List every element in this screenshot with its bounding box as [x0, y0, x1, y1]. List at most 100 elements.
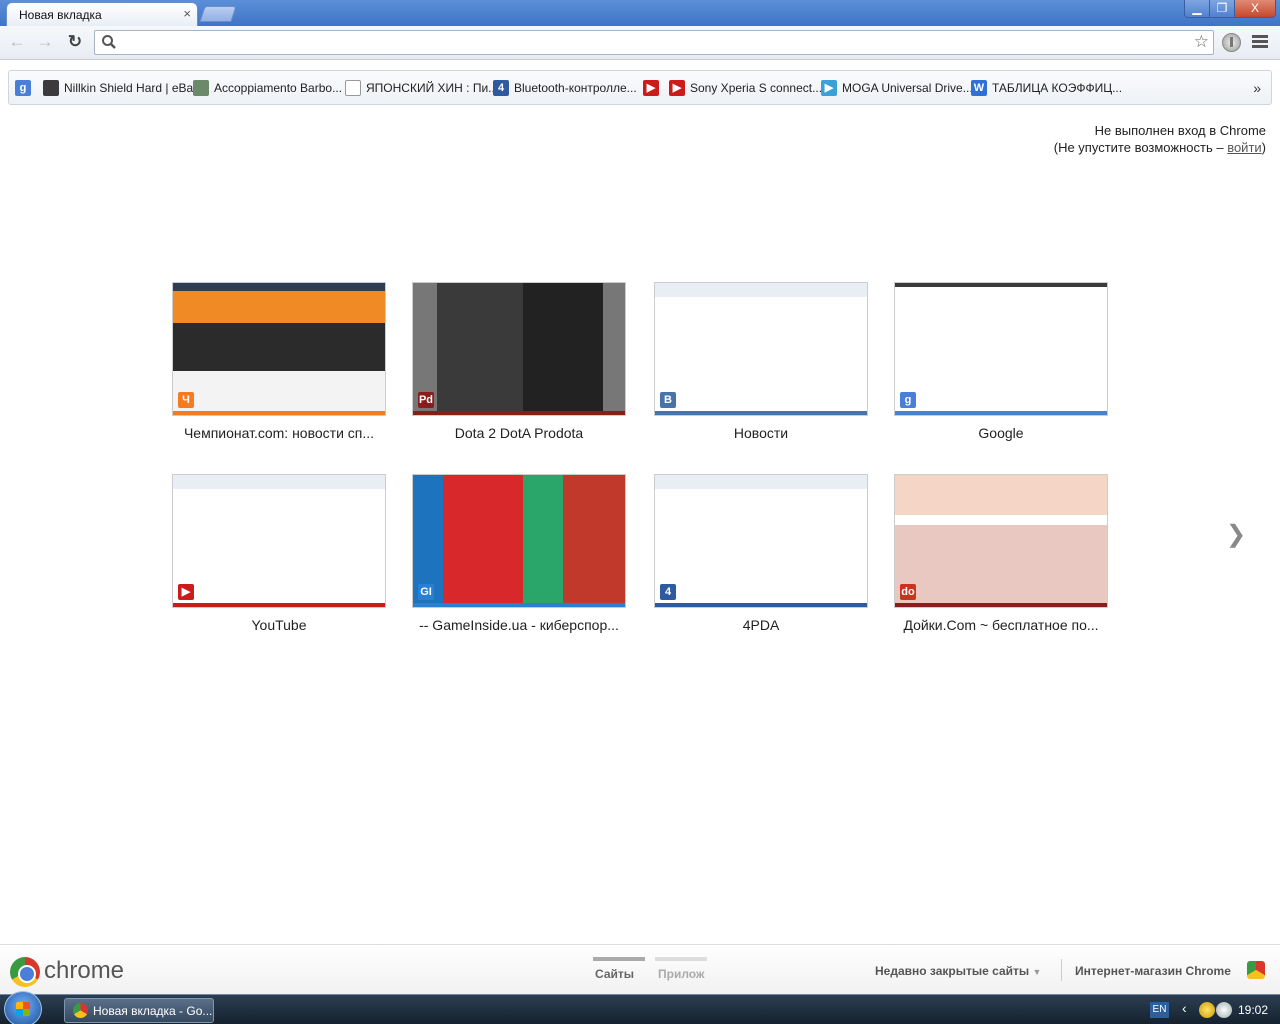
language-indicator[interactable]: EN: [1150, 1002, 1169, 1018]
omnibox[interactable]: ☆: [94, 30, 1214, 55]
bookmark-star-icon[interactable]: ☆: [1194, 32, 1209, 52]
tile-title[interactable]: Dota 2 DotA Prodota: [412, 425, 626, 441]
tile-thumbnail: [413, 283, 625, 411]
tab-sites[interactable]: Сайты: [595, 967, 634, 981]
tab-title: Новая вкладка: [19, 8, 102, 22]
window-titlebar: Новая вкладка × ▁ ❐ X: [0, 0, 1280, 26]
bookmark-label: ТАБЛИЦА КОЭФФИЦ...: [992, 81, 1123, 95]
tile-thumbnail: [655, 475, 867, 603]
tile-title[interactable]: Чемпионат.com: новости сп...: [172, 425, 386, 441]
most-visited-tile[interactable]: g: [894, 282, 1108, 416]
chrome-wordmark: chrome: [44, 957, 125, 984]
tile-title[interactable]: Новости: [654, 425, 868, 441]
minimize-button[interactable]: ▁: [1184, 0, 1210, 18]
bookmark-item[interactable]: ▶ MOGA Universal Drive...: [821, 80, 973, 98]
most-visited-tile[interactable]: do: [894, 474, 1108, 608]
tile-accent-bar: [173, 603, 385, 607]
bookmark-item[interactable]: 4 Bluetooth-контролле...: [493, 80, 637, 98]
tile-thumbnail: [413, 475, 625, 603]
tile-title[interactable]: Google: [894, 425, 1108, 441]
site-favicon-icon: 4: [660, 584, 676, 600]
webstore-link[interactable]: Интернет-магазин Chrome: [1075, 964, 1231, 978]
footer-divider: [1061, 959, 1062, 981]
bookmark-item[interactable]: g: [15, 80, 36, 98]
tile-accent-bar: [413, 603, 625, 607]
webstore-icon[interactable]: [1247, 961, 1265, 979]
address-input[interactable]: [121, 34, 1181, 51]
most-visited-tile[interactable]: 4: [654, 474, 868, 608]
tray-expand-icon[interactable]: ‹: [1182, 1000, 1187, 1016]
site-favicon-icon: В: [660, 392, 676, 408]
signin-status: Не выполнен вход в Chrome: [1094, 123, 1266, 138]
extension-icon[interactable]: [1222, 33, 1241, 52]
4pda-icon: 4: [493, 80, 509, 96]
forward-button[interactable]: →: [34, 32, 56, 52]
taskbar-chrome-window[interactable]: Новая вкладка - Go...: [64, 998, 214, 1023]
recently-closed-menu[interactable]: Недавно закрытые сайты ▼: [875, 964, 1041, 978]
tile-thumbnail: [173, 283, 385, 411]
bookmark-item[interactable]: Nillkin Shield Hard | eBay: [43, 80, 199, 98]
signin-link[interactable]: войти: [1227, 140, 1261, 155]
tab-close-icon[interactable]: ×: [183, 6, 191, 21]
tile-accent-bar: [655, 603, 867, 607]
site-favicon-icon: g: [900, 392, 916, 408]
chevron-down-icon: ▼: [1032, 967, 1042, 977]
chrome-menu-button[interactable]: [1252, 35, 1268, 50]
tile-accent-bar: [655, 411, 867, 415]
chrome-icon: [73, 1003, 88, 1018]
page-icon: [193, 80, 209, 96]
bookmark-item[interactable]: ЯПОНСКИЙ ХИН : Пи...: [345, 80, 498, 98]
tile-title[interactable]: -- GameInside.ua - киберспор...: [412, 617, 626, 633]
tile-title[interactable]: YouTube: [172, 617, 386, 633]
tile-thumbnail: [173, 475, 385, 603]
tab-apps[interactable]: Прилож: [658, 967, 704, 981]
most-visited-tile[interactable]: ▶: [172, 474, 386, 608]
bookmark-label: Accoppiamento Barbo...: [214, 81, 343, 95]
maximize-button[interactable]: ❐: [1209, 0, 1235, 18]
tray-app-icon[interactable]: [1199, 1002, 1215, 1018]
site-favicon-icon: Pd: [418, 392, 434, 408]
bookmark-item[interactable]: ▶: [643, 80, 664, 98]
tile-thumbnail: [895, 475, 1107, 603]
back-button[interactable]: ←: [6, 32, 28, 52]
play-store-icon: ▶: [821, 80, 837, 96]
tray-network-icon[interactable]: [1216, 1002, 1232, 1018]
bookmark-item[interactable]: ▶ Sony Xperia S connect...: [669, 80, 822, 98]
next-page-arrow-icon[interactable]: ❯: [1226, 520, 1246, 549]
tile-title[interactable]: 4PDA: [654, 617, 868, 633]
site-favicon-icon: Ч: [178, 392, 194, 408]
windows-taskbar: Новая вкладка - Go... EN ‹ 19:02: [0, 991, 1280, 1024]
bookmark-label: Nillkin Shield Hard | eBay: [64, 81, 200, 95]
bookmark-label: MOGA Universal Drive...: [842, 81, 973, 95]
site-favicon-icon: GI: [418, 584, 434, 600]
ntp-footer: chrome Сайты Прилож Недавно закрытые сай…: [0, 944, 1280, 994]
youtube-icon: ▶: [669, 80, 685, 96]
start-button[interactable]: [4, 991, 42, 1024]
reload-button[interactable]: ↻: [64, 32, 86, 52]
signin-promo: Не выполнен вход в Chrome (Не упустите в…: [1054, 122, 1266, 156]
system-clock[interactable]: 19:02: [1238, 1003, 1268, 1017]
taskbar-window-label: Новая вкладка - Go...: [93, 1004, 213, 1018]
site-favicon-icon: do: [900, 584, 916, 600]
signin-prompt: (Не упустите возможность – войти): [1053, 140, 1266, 155]
most-visited-tile[interactable]: Pd: [412, 282, 626, 416]
pager-sites-indicator: [593, 957, 645, 961]
youtube-icon: ▶: [643, 80, 659, 96]
tile-title[interactable]: Дойки.Com ~ бесплатное по...: [894, 617, 1108, 633]
new-tab-button[interactable]: [199, 6, 237, 22]
tab-new-tab[interactable]: Новая вкладка ×: [6, 2, 198, 26]
bookmarks-bar: g Nillkin Shield Hard | eBay Accoppiamento…: [8, 70, 1272, 105]
bookmark-item[interactable]: W ТАБЛИЦА КОЭФФИЦ...: [971, 80, 1122, 98]
most-visited-tile[interactable]: В: [654, 282, 868, 416]
tile-thumbnail: [655, 283, 867, 411]
tile-thumbnail: [895, 283, 1107, 411]
bookmark-label: ЯПОНСКИЙ ХИН : Пи...: [366, 81, 499, 95]
bookmark-item[interactable]: Accoppiamento Barbo...: [193, 80, 342, 98]
most-visited-tile[interactable]: Ч: [172, 282, 386, 416]
bookmarks-overflow-button[interactable]: »: [1253, 80, 1261, 96]
bookmark-label: Sony Xperia S connect...: [690, 81, 823, 95]
pager-apps-indicator: [655, 957, 707, 961]
most-visited-tile[interactable]: GI: [412, 474, 626, 608]
browser-toolbar: ← → ↻ ☆: [0, 26, 1280, 60]
close-window-button[interactable]: X: [1234, 0, 1276, 18]
